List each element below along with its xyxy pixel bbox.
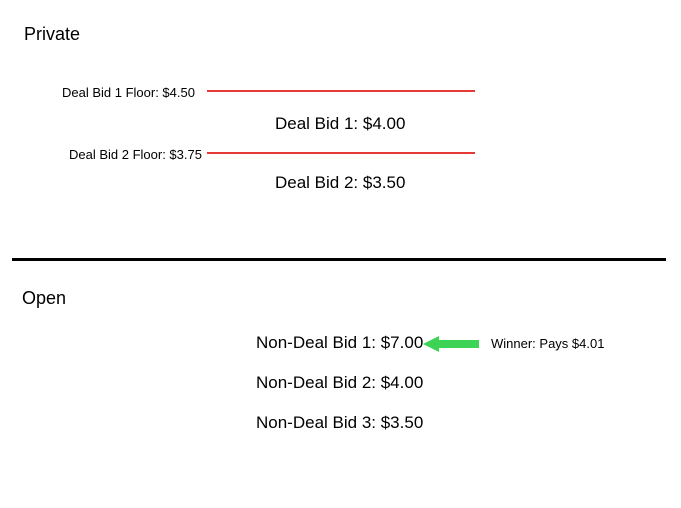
deal-bid-2-label: Deal Bid 2: $3.50 xyxy=(275,173,405,193)
floor-label-1: Deal Bid 1 Floor: $4.50 xyxy=(62,85,195,100)
non-deal-bid-3-label: Non-Deal Bid 3: $3.50 xyxy=(256,413,423,433)
winner-arrow-icon xyxy=(423,335,479,358)
floor-line-1 xyxy=(207,90,475,92)
floor-label-2: Deal Bid 2 Floor: $3.75 xyxy=(69,147,202,162)
section-divider xyxy=(12,258,666,261)
section-label-private: Private xyxy=(24,24,80,45)
section-label-open: Open xyxy=(22,288,66,309)
non-deal-bid-2-label: Non-Deal Bid 2: $4.00 xyxy=(256,373,423,393)
non-deal-bid-1-label: Non-Deal Bid 1: $7.00 xyxy=(256,333,423,353)
floor-line-2 xyxy=(207,152,475,154)
winner-annotation: Winner: Pays $4.01 xyxy=(491,336,604,351)
deal-bid-1-label: Deal Bid 1: $4.00 xyxy=(275,114,405,134)
